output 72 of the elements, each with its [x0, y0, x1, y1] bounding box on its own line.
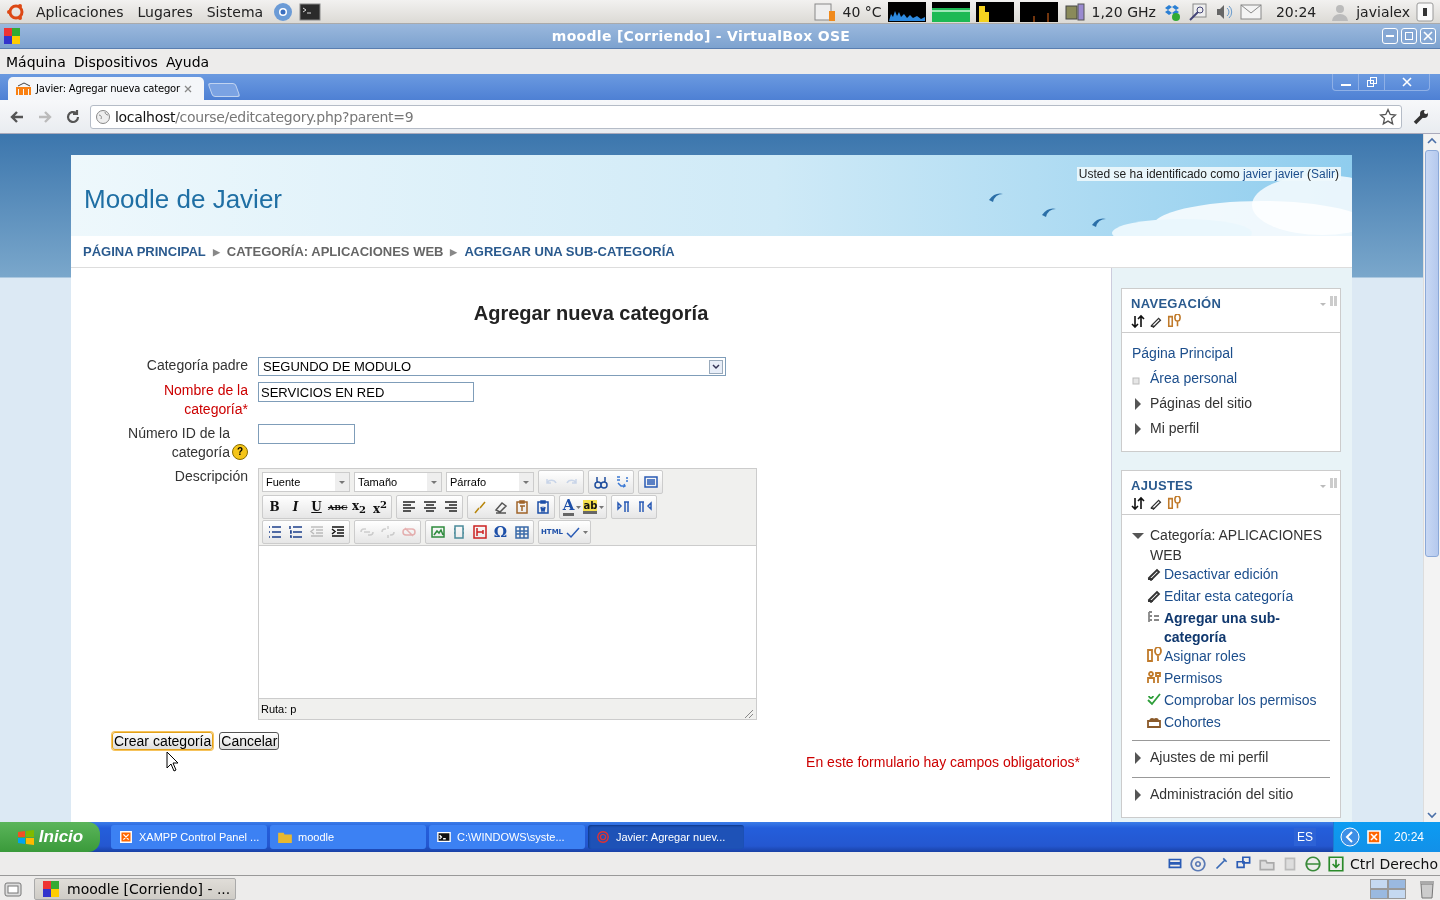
temperature-reading: 40 °C	[842, 3, 882, 20]
editor-path: Ruta: p	[261, 702, 297, 717]
subscript-button[interactable]: x$_{2}$	[348, 497, 370, 517]
taskbar-button[interactable]: C:\WINDOWS\syste...	[429, 825, 585, 849]
block-title: AJUSTES	[1131, 478, 1194, 493]
forecolor-button[interactable]: A	[561, 497, 583, 517]
bold-button[interactable]: B	[264, 497, 285, 517]
window-list-button[interactable]: moodle [Corriendo] - ...	[34, 877, 236, 900]
panel-menu[interactable]: Sistema	[202, 3, 268, 20]
editor-dropdown[interactable]: Tamaño	[354, 472, 442, 492]
panel-clock[interactable]: 20:24	[1275, 3, 1317, 20]
breadcrumb-link[interactable]: AGREGAR UNA SUB-CATEGORÍA	[464, 244, 675, 259]
settings-link[interactable]: Desactivar edición	[1164, 565, 1279, 584]
settings-link[interactable]: Asignar roles	[1164, 647, 1246, 666]
site-title[interactable]: Moodle de Javier	[84, 184, 282, 215]
breadcrumb-separator: ▶	[212, 246, 220, 257]
help-icon[interactable]: ?	[232, 444, 248, 460]
italic-button[interactable]: I	[285, 497, 306, 517]
tree-branch[interactable]: Mi perfil	[1150, 418, 1199, 438]
settings-link[interactable]: Agregar una sub-categoría	[1164, 609, 1330, 647]
superscript-button[interactable]: x$^{2}$	[369, 497, 391, 517]
category-name-field[interactable]: SERVICIOS EN RED	[258, 382, 474, 402]
parent-category-select[interactable]: SEGUNDO DE MODULO	[258, 357, 726, 376]
cancel-button[interactable]: Cancelar	[219, 732, 280, 750]
window-title: moodle [Corriendo] - VirtualBox OSE	[550, 28, 852, 44]
strike-button[interactable]: ABC	[327, 497, 349, 517]
logout-link[interactable]: Salir	[1311, 167, 1335, 181]
tree-branch[interactable]: Administración del sitio	[1150, 784, 1294, 804]
underline-button[interactable]: U	[306, 497, 327, 517]
field-label: Nombre de la categoría*	[162, 381, 248, 419]
language-indicator[interactable]: ES	[1293, 828, 1316, 846]
settings-link[interactable]: Cohortes	[1164, 713, 1221, 732]
field-label: Número ID de la categoría	[128, 424, 230, 462]
host-key-label: Ctrl Derecho	[1350, 855, 1438, 872]
breadcrumb-link[interactable]: PÁGINA PRINCIPAL	[83, 244, 206, 259]
breadcrumb-separator: ▶	[450, 246, 458, 257]
tree-branch[interactable]: Ajustes de mi perfil	[1150, 747, 1269, 767]
taskbar-clock: 20:24	[1393, 830, 1424, 844]
settings-link[interactable]: Editar esta categoría	[1164, 587, 1294, 606]
field-label: Descripción	[174, 467, 248, 486]
field-label: Categoría padre	[146, 356, 248, 375]
address-bar[interactable]: localhost/course/editcategory.php?parent=9	[90, 104, 1402, 129]
charmap-button[interactable]: Ω	[490, 522, 511, 542]
taskbar-button[interactable]: moodle	[270, 825, 426, 849]
panel-menu[interactable]: Aplicaciones	[32, 3, 128, 20]
editor-dropdown[interactable]: Párrafo	[446, 472, 534, 492]
menu-item[interactable]: Ayuda	[163, 53, 212, 70]
breadcrumb-item: CATEGORÍA: APLICACIONES WEB	[226, 244, 444, 259]
hilite-button[interactable]: ab	[582, 497, 606, 517]
required-fields-note: En este formulario hay campos obligatorios*	[806, 754, 1080, 770]
nav-link[interactable]: Área personal	[1150, 368, 1238, 388]
panel-menu[interactable]: Lugares	[133, 3, 197, 20]
taskbar-button[interactable]: XAMPP Control Panel ...	[111, 825, 267, 849]
browser-tab[interactable]: Javier: Agregar nueva categor	[8, 77, 204, 100]
url-text: localhost/course/editcategory.php?parent=9	[115, 108, 415, 125]
settings-link[interactable]: Comprobar los permisos	[1164, 691, 1317, 710]
user-link[interactable]: javier javier	[1242, 167, 1304, 181]
taskbar-button[interactable]: Javier: Agregar nuev...	[588, 825, 744, 849]
user-name[interactable]: javialex	[1356, 3, 1410, 20]
menu-item[interactable]: Máquina	[4, 53, 68, 70]
block-title: NAVEGACIÓN	[1131, 296, 1222, 311]
editor-dropdown[interactable]: Fuente	[262, 472, 350, 492]
login-info: Usted se ha identificado como javier javier (Salir)	[1076, 167, 1341, 181]
menu-item[interactable]: Dispositivos	[71, 53, 160, 70]
tab-title: Javier: Agregar nueva categor	[36, 83, 180, 94]
nav-link[interactable]: Página Principal	[1132, 343, 1234, 363]
tree-branch[interactable]: Páginas del sitio	[1150, 393, 1252, 413]
settings-link[interactable]: Permisos	[1164, 669, 1223, 688]
form-title: Agregar nueva categoría	[472, 302, 710, 325]
cpu-frequency: 1,20 GHz	[1091, 3, 1156, 20]
tree-branch[interactable]: Categoría: APLICACIONES WEB	[1150, 525, 1330, 565]
create-category-button[interactable]: Crear categoría	[112, 732, 214, 750]
